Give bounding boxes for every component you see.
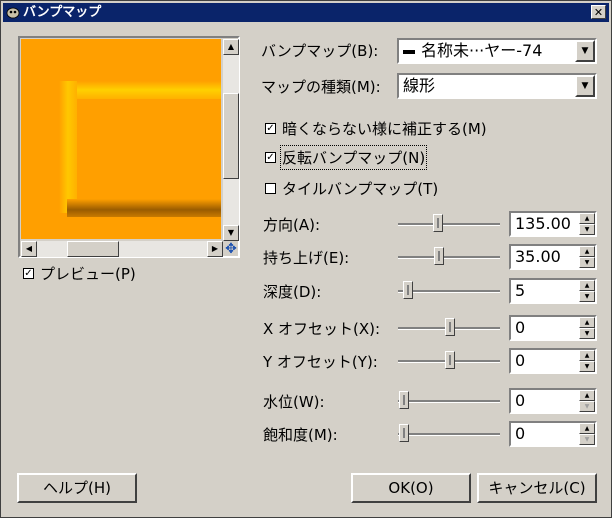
ambient-spinbox[interactable]: 0 ▲ ▼ bbox=[509, 421, 597, 447]
layer-swatch-icon bbox=[403, 49, 415, 54]
depth-label: 深度(D): bbox=[263, 283, 322, 301]
help-button[interactable]: ヘルプ(H) bbox=[17, 473, 137, 503]
ambient-value: 0 bbox=[515, 424, 526, 443]
y-offset-label: Y オフセット(Y): bbox=[263, 353, 378, 371]
gimp-app-icon bbox=[6, 7, 20, 19]
y-offset-value: 0 bbox=[515, 351, 526, 370]
spin-up-icon[interactable]: ▲ bbox=[579, 280, 595, 291]
window-title: バンプマップ bbox=[23, 5, 102, 20]
chevron-down-icon[interactable]: ▼ bbox=[575, 40, 595, 62]
x-offset-slider-thumb[interactable] bbox=[445, 318, 455, 336]
preview-canvas[interactable] bbox=[21, 39, 221, 239]
ok-button[interactable]: OK(O) bbox=[351, 473, 471, 503]
title-bar[interactable]: バンプマップ ✕ bbox=[3, 3, 609, 22]
waterlevel-spinbox[interactable]: 0 ▲ ▼ bbox=[509, 388, 597, 414]
close-icon[interactable]: ✕ bbox=[591, 5, 606, 19]
waterlevel-label: 水位(W): bbox=[263, 393, 325, 411]
horizontal-scroll-thumb[interactable] bbox=[67, 241, 119, 257]
bump-map-dialog: バンプマップ ✕ ▲ ▼ ◀ ▶ ✥ ✓ プレビュー(P) バンプマップ(B):… bbox=[0, 0, 612, 518]
y-offset-spinbox[interactable]: 0 ▲ ▼ bbox=[509, 348, 597, 374]
spin-down-icon[interactable]: ▼ bbox=[579, 434, 595, 445]
azimuth-slider-thumb[interactable] bbox=[433, 214, 443, 232]
scroll-left-icon[interactable]: ◀ bbox=[21, 241, 37, 257]
scroll-up-icon[interactable]: ▲ bbox=[223, 39, 239, 55]
x-offset-label: X オフセット(X): bbox=[263, 320, 381, 338]
tile-checkbox[interactable] bbox=[265, 183, 276, 194]
spin-down-icon[interactable]: ▼ bbox=[579, 361, 595, 372]
ambient-slider[interactable] bbox=[398, 433, 500, 436]
x-offset-spinbox[interactable]: 0 ▲ ▼ bbox=[509, 315, 597, 341]
elevation-label: 持ち上げ(E): bbox=[263, 249, 350, 267]
bumpmap-label: バンプマップ(B): bbox=[261, 42, 379, 60]
depth-value: 5 bbox=[515, 281, 526, 300]
tile-label: タイルバンプマップ(T) bbox=[282, 180, 439, 198]
y-offset-slider-thumb[interactable] bbox=[445, 351, 455, 369]
spin-up-icon[interactable]: ▲ bbox=[579, 213, 595, 224]
spin-down-icon[interactable]: ▼ bbox=[579, 257, 595, 268]
chevron-down-icon[interactable]: ▼ bbox=[575, 75, 595, 97]
waterlevel-slider-thumb[interactable] bbox=[399, 391, 409, 409]
depth-slider[interactable] bbox=[398, 290, 500, 293]
spin-up-icon[interactable]: ▲ bbox=[579, 350, 595, 361]
preview-toggle[interactable]: ✓ プレビュー(P) bbox=[23, 263, 136, 284]
elevation-slider[interactable] bbox=[398, 256, 500, 259]
map-type-value: 線形 bbox=[403, 76, 436, 95]
depth-spinbox[interactable]: 5 ▲ ▼ bbox=[509, 278, 597, 304]
map-type-select[interactable]: 線形 ▼ bbox=[397, 73, 597, 99]
spin-down-icon[interactable]: ▼ bbox=[579, 224, 595, 235]
x-offset-value: 0 bbox=[515, 318, 526, 337]
ambient-label: 飽和度(M): bbox=[263, 426, 338, 444]
spin-up-icon[interactable]: ▲ bbox=[579, 246, 595, 257]
azimuth-label: 方向(A): bbox=[263, 216, 321, 234]
preview-label: プレビュー(P) bbox=[40, 265, 136, 283]
tile-option[interactable]: タイルバンプマップ(T) bbox=[265, 178, 438, 199]
bumpmap-value: 名称未···ヤー-74 bbox=[421, 41, 543, 60]
vertical-scroll-thumb[interactable] bbox=[223, 93, 239, 179]
preview-checkbox[interactable]: ✓ bbox=[23, 268, 34, 279]
spin-down-icon[interactable]: ▼ bbox=[579, 328, 595, 339]
compensate-checkbox[interactable]: ✓ bbox=[265, 123, 276, 134]
depth-slider-thumb[interactable] bbox=[403, 281, 413, 299]
preview-image bbox=[21, 39, 221, 239]
elevation-spinbox[interactable]: 35.00 ▲ ▼ bbox=[509, 244, 597, 270]
spin-up-icon[interactable]: ▲ bbox=[579, 390, 595, 401]
spin-down-icon[interactable]: ▼ bbox=[579, 401, 595, 412]
invert-option[interactable]: ✓ 反転バンプマップ(N) bbox=[265, 145, 428, 170]
elevation-value: 35.00 bbox=[515, 247, 561, 266]
navigate-icon[interactable]: ✥ bbox=[223, 241, 239, 257]
preview-vertical-scrollbar[interactable]: ▲ ▼ bbox=[223, 39, 239, 241]
scroll-down-icon[interactable]: ▼ bbox=[223, 225, 239, 241]
waterlevel-value: 0 bbox=[515, 391, 526, 410]
invert-label: 反転バンプマップ(N) bbox=[279, 145, 428, 170]
cancel-button[interactable]: キャンセル(C) bbox=[477, 473, 597, 503]
azimuth-slider[interactable] bbox=[398, 223, 500, 226]
invert-checkbox[interactable]: ✓ bbox=[265, 152, 276, 163]
elevation-slider-thumb[interactable] bbox=[434, 247, 444, 265]
scroll-right-icon[interactable]: ▶ bbox=[207, 241, 223, 257]
bumpmap-select[interactable]: 名称未···ヤー-74 ▼ bbox=[397, 38, 597, 64]
ambient-slider-thumb[interactable] bbox=[399, 424, 409, 442]
spin-up-icon[interactable]: ▲ bbox=[579, 423, 595, 434]
spin-up-icon[interactable]: ▲ bbox=[579, 317, 595, 328]
waterlevel-slider[interactable] bbox=[398, 400, 500, 403]
spin-down-icon[interactable]: ▼ bbox=[579, 291, 595, 302]
map-type-label: マップの種類(M): bbox=[261, 78, 381, 96]
azimuth-value: 135.00 bbox=[515, 214, 571, 233]
preview-horizontal-scrollbar[interactable]: ◀ ▶ bbox=[21, 241, 223, 257]
compensate-label: 暗くならない様に補正する(M) bbox=[282, 120, 487, 138]
azimuth-spinbox[interactable]: 135.00 ▲ ▼ bbox=[509, 211, 597, 237]
compensate-option[interactable]: ✓ 暗くならない様に補正する(M) bbox=[265, 118, 487, 139]
